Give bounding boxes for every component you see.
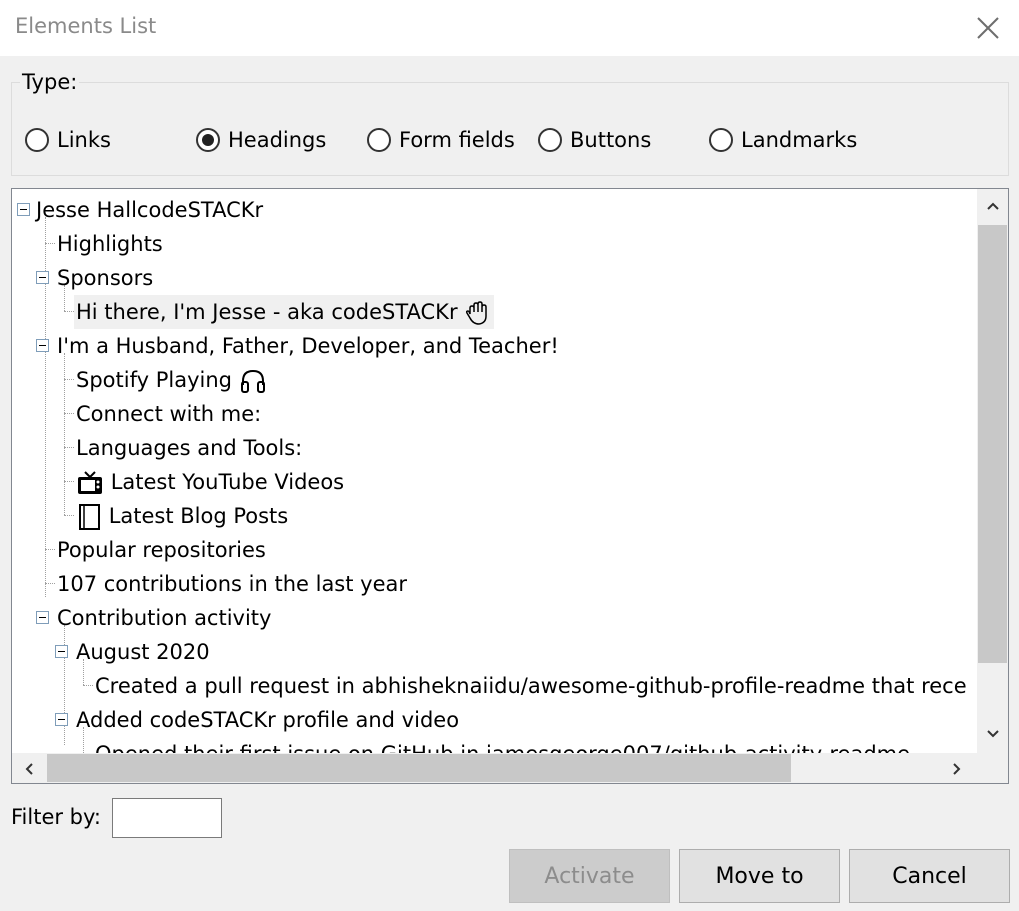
tree-connector [64, 413, 74, 414]
book-icon [79, 504, 100, 530]
radio-links-label: Links [57, 128, 111, 152]
radio-landmarks-label: Landmarks [741, 128, 858, 152]
tree-connector [64, 379, 74, 380]
tree-connector [83, 685, 93, 686]
tree-item-label: Latest YouTube Videos [110, 470, 345, 494]
radio-form-fields-label: Form fields [399, 128, 515, 152]
tree-item[interactable]: Latest Blog Posts [76, 499, 288, 533]
radio-form-fields[interactable]: Form fields [367, 125, 515, 155]
tree-connector [45, 243, 55, 244]
tree-item-selected[interactable]: Hi there, I'm Jesse - aka codeSTACKr [74, 295, 495, 329]
scroll-down-icon[interactable] [986, 729, 1000, 739]
tree-item[interactable]: Popular repositories [57, 533, 266, 567]
tree-connector [64, 481, 74, 482]
tree-item-label: Spotify Playing [76, 368, 232, 392]
tree-viewport: Jesse HallcodeSTACKr Highlights Sponsors… [12, 189, 977, 753]
collapse-toggle[interactable] [55, 713, 68, 726]
vertical-scroll-thumb[interactable] [978, 225, 1007, 663]
scrollbar-corner [977, 753, 1008, 783]
activate-button[interactable]: Activate [509, 849, 670, 903]
filter-input[interactable] [112, 798, 222, 838]
tree-item[interactable]: Contribution activity [57, 601, 271, 635]
collapse-toggle[interactable] [36, 339, 49, 352]
radio-buttons[interactable]: Buttons [538, 125, 651, 155]
tree-connector [64, 311, 74, 312]
radio-buttons-label: Buttons [570, 128, 652, 152]
tree-connector [45, 549, 55, 550]
tree-item[interactable]: Opened their first issue on GitHub in ja… [95, 737, 910, 753]
move-to-button[interactable]: Move to [679, 849, 840, 903]
filter-label: Filter by: [11, 805, 101, 829]
tree-item-label: Hi there, I'm Jesse - aka codeSTACKr [76, 300, 458, 324]
tree-item[interactable]: I'm a Husband, Father, Developer, and Te… [57, 329, 559, 363]
tree-item[interactable]: Connect with me: [76, 397, 261, 431]
elements-tree[interactable]: Jesse HallcodeSTACKr Highlights Sponsors… [11, 188, 1009, 784]
collapse-toggle[interactable] [17, 203, 30, 216]
scroll-up-icon[interactable] [986, 201, 1000, 211]
radio-headings-label: Headings [228, 128, 327, 152]
radio-headings-indicator[interactable] [196, 128, 220, 152]
collapse-toggle[interactable] [36, 611, 49, 624]
waving-hand-icon [466, 301, 488, 325]
horizontal-scroll-thumb[interactable] [47, 754, 791, 782]
tree-item-label: Latest Blog Posts [108, 504, 289, 528]
scroll-left-icon[interactable] [24, 762, 34, 776]
radio-links[interactable]: Links [25, 125, 111, 155]
tree-item[interactable]: Created a pull request in abhisheknaiidu… [95, 669, 967, 703]
cancel-button[interactable]: Cancel [849, 849, 1010, 903]
tree-item[interactable]: Highlights [57, 227, 163, 261]
tree-item[interactable]: August 2020 [76, 635, 210, 669]
scroll-right-icon[interactable] [952, 762, 962, 776]
tree-item[interactable]: Spotify Playing [76, 363, 267, 397]
title-bar: Elements List [0, 0, 1019, 56]
tree-item[interactable]: 107 contributions in the last year [57, 567, 407, 601]
vertical-scrollbar[interactable] [977, 189, 1008, 753]
tree-item[interactable]: Languages and Tools: [76, 431, 302, 465]
radio-form-fields-indicator[interactable] [367, 128, 391, 152]
tree-item[interactable]: Added codeSTACKr profile and video [76, 703, 459, 737]
tree-connector [64, 353, 65, 515]
tree-connector [64, 625, 65, 745]
radio-buttons-indicator[interactable] [538, 128, 562, 152]
close-button[interactable] [966, 7, 1010, 49]
collapse-toggle[interactable] [36, 271, 49, 284]
collapse-toggle[interactable] [55, 645, 68, 658]
headphones-icon [240, 369, 265, 393]
horizontal-scrollbar[interactable] [12, 753, 977, 783]
tree-item[interactable]: Sponsors [57, 261, 153, 295]
television-icon [78, 471, 102, 494]
tree-connector [64, 515, 74, 516]
tree-item[interactable]: Latest YouTube Videos [76, 465, 344, 499]
close-icon [977, 17, 999, 39]
tree-connector [64, 447, 74, 448]
radio-headings[interactable]: Headings [196, 125, 326, 155]
dialog-title: Elements List [15, 14, 157, 38]
type-group-label: Type: [20, 70, 80, 94]
radio-landmarks-indicator[interactable] [709, 128, 733, 152]
radio-links-indicator[interactable] [25, 128, 49, 152]
tree-connector [45, 583, 55, 584]
radio-landmarks[interactable]: Landmarks [709, 125, 857, 155]
tree-item[interactable]: Jesse HallcodeSTACKr [36, 193, 263, 227]
